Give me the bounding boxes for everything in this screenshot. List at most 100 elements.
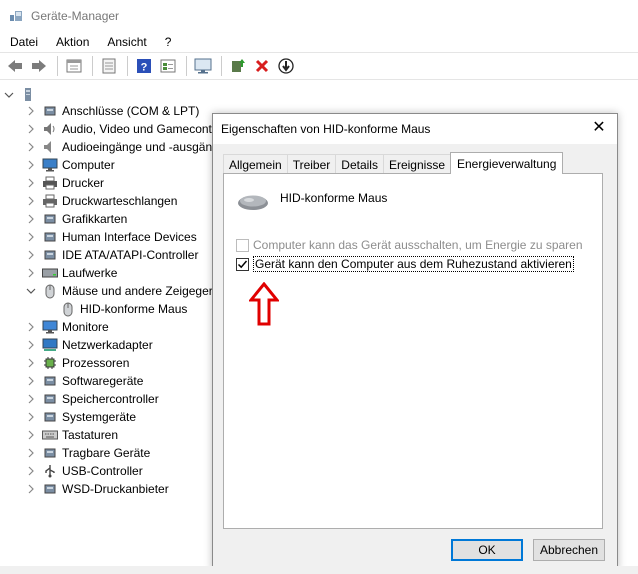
uninstall-icon[interactable] <box>251 55 273 77</box>
tree-category-item[interactable]: Tragbare Geräte <box>26 444 150 462</box>
tab-treiber[interactable]: Treiber <box>286 154 337 174</box>
tree-item-label: Drucker <box>62 176 105 190</box>
chevron-down-icon[interactable] <box>26 282 36 300</box>
device-manager-app-icon <box>10 11 22 21</box>
tree-item-label: Human Interface Devices <box>62 230 197 244</box>
tree-category-item[interactable]: WSD-Druckanbieter <box>26 480 169 498</box>
cancel-button[interactable]: Abbrechen <box>533 539 605 561</box>
chevron-right-icon[interactable] <box>26 480 36 498</box>
chevron-right-icon[interactable] <box>26 156 36 174</box>
chevron-right-icon[interactable] <box>26 192 36 210</box>
tree-category-item[interactable]: Netzwerkadapter <box>26 336 153 354</box>
chevron-right-icon[interactable] <box>26 354 36 372</box>
tree-item-label: Audio, Video und Gamecont <box>62 122 212 136</box>
horizontal-scrollbar[interactable] <box>0 566 638 574</box>
wake-checkbox[interactable] <box>236 257 249 271</box>
tree-item-label: Systemgeräte <box>62 410 137 424</box>
audio-icon <box>42 121 58 137</box>
chevron-right-icon[interactable] <box>26 318 36 336</box>
mouse-icon <box>42 283 58 299</box>
tree-category-item[interactable]: Tastaturen <box>26 426 118 444</box>
chevron-right-icon[interactable] <box>26 264 36 282</box>
monitor-scan-icon[interactable] <box>192 55 214 77</box>
tree-item-label: Speichercontroller <box>62 392 159 406</box>
menu-datei[interactable]: Datei <box>0 35 46 49</box>
chevron-right-icon[interactable] <box>26 462 36 480</box>
tree-category-item[interactable]: Human Interface Devices <box>26 228 197 246</box>
dialog-title: Eigenschaften von HID-konforme Maus <box>221 122 431 136</box>
tree-category-item[interactable]: Computer <box>26 156 115 174</box>
chevron-right-icon[interactable] <box>26 210 36 228</box>
tree-item-label: Computer <box>62 158 115 172</box>
ok-button[interactable]: OK <box>451 539 523 561</box>
tree-category-item[interactable]: Prozessoren <box>26 354 129 372</box>
mouse-icon <box>60 301 76 317</box>
tab-energieverwaltung[interactable]: Energieverwaltung <box>450 152 564 174</box>
printer-icon <box>42 175 58 191</box>
tree-category-item[interactable]: Monitore <box>26 318 109 336</box>
power-off-checkbox <box>236 238 249 252</box>
tree-category-item[interactable]: Drucker <box>26 174 104 192</box>
device-view-icon[interactable] <box>157 55 179 77</box>
usb-icon <box>42 463 58 479</box>
tree-category-item[interactable]: Laufwerke <box>26 264 117 282</box>
tree-category-item[interactable]: Anschlüsse (COM & LPT) <box>26 102 199 120</box>
tree-item-label: USB-Controller <box>62 464 143 478</box>
update-driver-icon[interactable] <box>227 55 249 77</box>
tab-allgemein[interactable]: Allgemein <box>223 154 288 174</box>
tree-category-item[interactable]: IDE ATA/ATAPI-Controller <box>26 246 198 264</box>
driver-icon[interactable] <box>98 55 120 77</box>
tab-details[interactable]: Details <box>335 154 384 174</box>
dialog-title-bar: Eigenschaften von HID-konforme Maus <box>213 114 617 144</box>
tree-item-label: HID-konforme Maus <box>80 302 188 316</box>
forward-icon[interactable] <box>28 55 50 77</box>
portable-device-icon <box>42 445 58 461</box>
device-name: HID-konforme Maus <box>280 191 388 205</box>
help-icon[interactable]: ? <box>133 55 155 77</box>
tree-device-item[interactable]: HID-konforme Maus <box>54 300 187 318</box>
chevron-right-icon[interactable] <box>26 228 36 246</box>
toolbar-separator <box>92 56 93 76</box>
menu-aktion[interactable]: Aktion <box>46 35 97 49</box>
menu-help[interactable]: ? <box>155 35 180 49</box>
chevron-right-icon[interactable] <box>26 102 36 120</box>
chevron-down-icon[interactable] <box>4 86 14 104</box>
chevron-right-icon[interactable] <box>26 426 36 444</box>
chevron-right-icon[interactable] <box>26 246 36 264</box>
tree-category-item[interactable]: Audio, Video und Gamecont <box>26 120 212 138</box>
tree-category-item[interactable]: USB-Controller <box>26 462 143 480</box>
tree-item-label: Prozessoren <box>62 356 130 370</box>
close-icon[interactable]: ✕ <box>591 120 607 136</box>
chevron-right-icon[interactable] <box>26 336 36 354</box>
chevron-right-icon[interactable] <box>26 390 36 408</box>
wsd-icon <box>42 481 58 497</box>
tree-category-item[interactable]: Speichercontroller <box>26 390 159 408</box>
chevron-right-icon[interactable] <box>26 120 36 138</box>
menu-ansicht[interactable]: Ansicht <box>97 35 154 49</box>
tree-category-item[interactable]: Druckwarteschlangen <box>26 192 177 210</box>
disable-device-icon[interactable] <box>275 55 297 77</box>
audio-io-icon <box>42 139 58 155</box>
storage-icon <box>42 391 58 407</box>
tree-item-label: Tragbare Geräte <box>62 446 151 460</box>
tree-category-item[interactable]: Mäuse und andere Zeigeger <box>26 282 213 300</box>
wake-label[interactable]: Gerät kann den Computer aus dem Ruhezust… <box>253 256 574 272</box>
tab-ereignisse[interactable]: Ereignisse <box>382 154 451 174</box>
properties-view-icon[interactable] <box>63 55 85 77</box>
back-icon[interactable] <box>4 55 26 77</box>
wake-option[interactable]: Gerät kann den Computer aus dem Ruhezust… <box>236 256 574 272</box>
chevron-right-icon[interactable] <box>26 372 36 390</box>
tree-category-item[interactable]: Grafikkarten <box>26 210 127 228</box>
chevron-right-icon[interactable] <box>26 444 36 462</box>
tree-item-label: IDE ATA/ATAPI-Controller <box>62 248 199 262</box>
tree-item-label: Softwaregeräte <box>62 374 144 388</box>
tree-item-label: Audioeingänge und -ausgän <box>62 140 213 154</box>
chevron-right-icon[interactable] <box>26 138 36 156</box>
window-title: Geräte-Manager <box>31 9 120 23</box>
chevron-right-icon[interactable] <box>26 174 36 192</box>
chevron-right-icon[interactable] <box>26 408 36 426</box>
tree-category-item[interactable]: Softwaregeräte <box>26 372 143 390</box>
graphics-card-icon <box>42 211 58 227</box>
tree-category-item[interactable]: Systemgeräte <box>26 408 136 426</box>
tree-category-item[interactable]: Audioeingänge und -ausgän <box>26 138 212 156</box>
